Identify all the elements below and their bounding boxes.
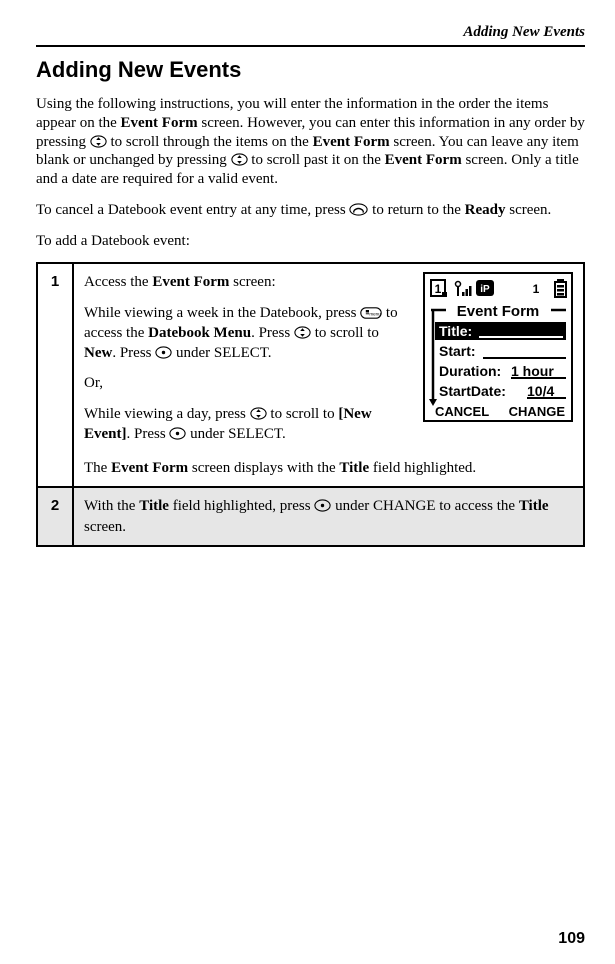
svg-text:Event Form: Event Form xyxy=(457,303,540,320)
text-bold: Title xyxy=(339,460,369,476)
text: With the xyxy=(84,498,139,514)
text: screen. xyxy=(84,519,126,535)
text: . Press xyxy=(112,345,155,361)
scroll-key-icon xyxy=(231,153,248,166)
text-bold: Title xyxy=(519,498,549,514)
text: field highlighted, press xyxy=(169,498,314,514)
scroll-key-icon xyxy=(250,407,267,420)
menu-key-icon: menu xyxy=(360,307,382,319)
text: under CHANGE to access the xyxy=(331,498,518,514)
text: The xyxy=(84,460,111,476)
scroll-key-icon xyxy=(90,135,107,148)
lcd-screenshot: 1 iP xyxy=(423,272,573,454)
svg-text:Title:: Title: xyxy=(439,323,472,339)
text-bold: Datebook Menu xyxy=(148,325,251,341)
text: Access the xyxy=(84,274,152,290)
text: field highlighted. xyxy=(369,460,476,476)
text: under SELECT. xyxy=(186,426,285,442)
text: to scroll past it on the xyxy=(248,152,385,168)
step-content: With the Title field highlighted, press … xyxy=(73,487,584,546)
text: While viewing a day, press xyxy=(84,406,250,422)
svg-text:1: 1 xyxy=(533,282,540,296)
text: . Press xyxy=(251,325,294,341)
text: screen: xyxy=(229,274,275,290)
svg-text:1 hour: 1 hour xyxy=(511,363,554,379)
text: . Press xyxy=(127,426,170,442)
soft-key-icon xyxy=(155,346,172,359)
step-content: Access the Event Form screen: While view… xyxy=(73,263,584,487)
step1-line2: While viewing a week in the Datebook, pr… xyxy=(84,303,413,364)
text-bold: New xyxy=(84,345,112,361)
step-number: 2 xyxy=(37,487,73,546)
text: While viewing a week in the Datebook, pr… xyxy=(84,305,360,321)
text: screen. xyxy=(506,202,552,218)
svg-text:iP: iP xyxy=(480,284,490,295)
svg-text:StartDate:: StartDate: xyxy=(439,383,506,399)
text: under SELECT. xyxy=(172,345,271,361)
table-row: 2 With the Title field highlighted, pres… xyxy=(37,487,584,546)
svg-text:Duration:: Duration: xyxy=(439,363,501,379)
intro-p1: Using the following instructions, you wi… xyxy=(36,95,585,189)
svg-text:menu: menu xyxy=(370,311,382,316)
text-bold: Event Form xyxy=(111,460,188,476)
text: to return to the xyxy=(368,202,464,218)
svg-text:CANCEL: CANCEL xyxy=(435,404,489,419)
svg-text:CHANGE: CHANGE xyxy=(509,404,566,419)
steps-table: 1 Access the Event Form screen: While vi… xyxy=(36,262,585,547)
svg-text:1: 1 xyxy=(435,282,442,296)
end-key-icon xyxy=(349,203,368,216)
text: To cancel a Datebook event entry at any … xyxy=(36,202,349,218)
scroll-key-icon xyxy=(294,326,311,339)
intro-p2: To cancel a Datebook event entry at any … xyxy=(36,201,585,220)
header-rule xyxy=(36,45,585,47)
text: to scroll to xyxy=(311,325,379,341)
svg-text:10/4: 10/4 xyxy=(527,383,554,399)
svg-text:Start:: Start: xyxy=(439,343,476,359)
step1-line1: Access the Event Form screen: xyxy=(84,272,413,292)
text-bold: Event Form xyxy=(313,134,390,150)
text-bold: Event Form xyxy=(121,115,198,131)
step1-or: Or, xyxy=(84,373,413,393)
soft-key-icon xyxy=(169,427,186,440)
step1-line3: While viewing a day, press to scroll to … xyxy=(84,404,413,445)
table-row: 1 Access the Event Form screen: While vi… xyxy=(37,263,584,487)
step1-line4: The Event Form screen displays with the … xyxy=(84,458,573,478)
step-number: 1 xyxy=(37,263,73,487)
text: to scroll through the items on the xyxy=(107,134,313,150)
page-title: Adding New Events xyxy=(36,57,585,83)
running-head: Adding New Events xyxy=(36,24,585,41)
text: to scroll to xyxy=(267,406,339,422)
page-number: 109 xyxy=(558,930,585,948)
text-bold: Event Form xyxy=(385,152,462,168)
text-bold: Title xyxy=(139,498,169,514)
text-bold: Event Form xyxy=(152,274,229,290)
text-bold: Ready xyxy=(465,202,506,218)
intro-p3: To add a Datebook event: xyxy=(36,232,585,251)
text: screen displays with the xyxy=(188,460,339,476)
soft-key-icon xyxy=(314,499,331,512)
